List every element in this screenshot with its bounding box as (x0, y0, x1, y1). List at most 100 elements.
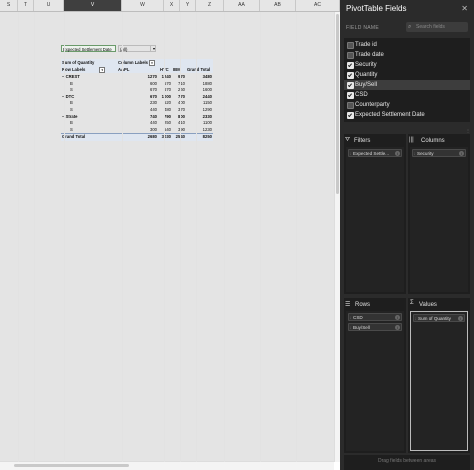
pivot-row-label[interactable]: S (70, 87, 73, 92)
pivot-column-name[interactable]: Grand Total (187, 67, 210, 72)
close-icon[interactable]: ✕ (461, 4, 468, 13)
info-icon[interactable]: i (395, 325, 400, 330)
row-labels-header[interactable]: Row Labels ▾ (62, 67, 106, 73)
columns-drop-zone[interactable]: ⁞ Security i (410, 147, 468, 292)
pivot-row-label[interactable]: B (70, 81, 73, 86)
field-item[interactable]: Buy/Sell (344, 80, 470, 90)
pivot-cell[interactable]: 1270 (143, 74, 157, 79)
column-header-t[interactable]: T (18, 0, 34, 11)
spreadsheet-area[interactable]: S T U V W X Y Z AA AB AC Expected Settlement Date … (0, 0, 340, 470)
pivot-cell[interactable]: 670 (143, 94, 157, 99)
pivot-cell[interactable]: 1880 (198, 81, 212, 86)
field-checkbox[interactable] (347, 62, 354, 69)
cell-grid[interactable] (0, 12, 334, 462)
field-checkbox[interactable] (347, 112, 354, 119)
pivot-cell[interactable]: 670 (143, 87, 157, 92)
pivot-cell[interactable]: 1600 (198, 87, 212, 92)
filters-area[interactable]: ⛛ Filters ⁞ Expected Settle... i (344, 134, 406, 294)
pivot-cell[interactable]: 260 (171, 87, 185, 92)
pivot-cell[interactable]: 230 (143, 100, 157, 105)
pivot-row-label[interactable]: B (70, 100, 73, 105)
columns-area[interactable]: ||| Columns ⁞ Security i (408, 134, 470, 294)
pivot-cell[interactable]: 1290 (198, 107, 212, 112)
horizontal-scrollbar[interactable] (0, 461, 334, 470)
pivot-cell[interactable]: 800 (171, 114, 185, 119)
field-checkbox[interactable] (347, 82, 354, 89)
info-icon[interactable]: i (458, 316, 463, 321)
vertical-scrollbar-thumb[interactable] (336, 14, 339, 194)
pivot-cell[interactable]: 3480 (198, 74, 212, 79)
column-header-x[interactable]: X (164, 0, 180, 11)
filters-drop-zone[interactable]: ⁞ Expected Settle... i (346, 147, 404, 292)
field-item[interactable]: Counterparty (344, 100, 470, 110)
field-item[interactable]: Security (344, 60, 470, 70)
pivot-cell[interactable]: 400 (171, 100, 185, 105)
pivot-cell[interactable]: 2440 (198, 94, 212, 99)
report-filter-label[interactable]: Expected Settlement Date (61, 45, 116, 52)
field-item[interactable]: Trade id (344, 40, 470, 50)
pivot-cell[interactable]: 600 (143, 81, 157, 86)
field-checkbox[interactable] (347, 42, 354, 49)
info-icon[interactable]: i (459, 151, 464, 156)
pivot-cell[interactable]: 1230 (198, 127, 212, 132)
report-filter-dropdown-icon[interactable]: ▾ (150, 45, 157, 52)
grand-total-label[interactable]: Grand Total (62, 134, 85, 139)
rows-area[interactable]: ☰ Rows ⁞ CSD i ⁞ Buy/Sell i (344, 298, 406, 453)
pivot-cell[interactable]: 300 (143, 127, 157, 132)
pivot-cell[interactable]: 370 (171, 107, 185, 112)
column-header-aa[interactable]: AA (224, 0, 260, 11)
pivot-cell[interactable]: 1100 (198, 120, 212, 125)
column-header-w[interactable]: W (122, 0, 164, 11)
pivot-cell[interactable]: 410 (171, 120, 185, 125)
field-item[interactable]: Quantity (344, 70, 470, 80)
pivot-cell[interactable]: 440 (143, 120, 157, 125)
rows-drop-zone[interactable]: ⁞ CSD i ⁞ Buy/Sell i (346, 311, 404, 451)
field-checkbox[interactable] (347, 52, 354, 59)
pivot-cell[interactable]: 770 (171, 94, 185, 99)
field-checkbox[interactable] (347, 92, 354, 99)
column-header-y[interactable]: Y (180, 0, 196, 11)
field-checkbox[interactable] (347, 72, 354, 79)
pivot-row-label[interactable]: B (70, 120, 73, 125)
info-icon[interactable]: i (395, 151, 400, 156)
pivot-cell[interactable]: 710 (171, 81, 185, 86)
pivot-cell[interactable]: 1150 (198, 100, 212, 105)
horizontal-scrollbar-thumb[interactable] (14, 464, 129, 467)
column-header-s[interactable]: S (0, 0, 18, 11)
rows-item[interactable]: ⁞ Buy/Sell i (348, 323, 402, 331)
filters-item[interactable]: ⁞ Expected Settle... i (348, 149, 402, 157)
pivot-row-label[interactable]: S (70, 127, 73, 132)
search-field[interactable]: ⌕ (406, 22, 468, 32)
field-item[interactable]: Trade date (344, 50, 470, 60)
values-header[interactable]: Sum of Quantity (62, 60, 94, 65)
grand-total-cell[interactable]: 8250 (198, 134, 212, 139)
search-input[interactable] (416, 22, 466, 32)
column-header-z[interactable]: Z (196, 0, 224, 11)
pivot-cell[interactable]: 390 (171, 127, 185, 132)
column-labels-header[interactable]: Column Labels ▾ (118, 60, 156, 66)
pivot-cell[interactable]: 440 (143, 107, 157, 112)
field-item[interactable]: CSD (344, 90, 470, 100)
pivot-column-name[interactable]: AAPL (118, 67, 129, 72)
field-checkbox[interactable] (347, 102, 354, 109)
column-header-v[interactable]: V (64, 0, 122, 11)
values-area[interactable]: Σ Values ⁞ Sum of Quantity i (408, 298, 470, 453)
row-labels-dropdown-icon[interactable]: ▾ (99, 67, 106, 73)
pivot-cell[interactable]: 740 (143, 114, 157, 119)
pivot-cell[interactable]: 970 (171, 74, 185, 79)
info-icon[interactable]: i (395, 315, 400, 320)
column-header-ab[interactable]: AB (260, 0, 296, 11)
column-header-u[interactable]: U (34, 0, 64, 11)
pivot-row-label[interactable]: S (70, 107, 73, 112)
columns-item[interactable]: ⁞ Security i (412, 149, 466, 157)
pivot-cell[interactable]: 2330 (198, 114, 212, 119)
field-item[interactable]: Expected Settlement Date (344, 110, 470, 120)
values-item[interactable]: ⁞ Sum of Quantity i (413, 314, 465, 322)
values-drop-zone[interactable]: ⁞ Sum of Quantity i (410, 311, 468, 451)
grand-total-cell[interactable]: 2680 (143, 134, 157, 139)
grand-total-cell[interactable]: 2540 (171, 134, 185, 139)
rows-item[interactable]: ⁞ CSD i (348, 313, 402, 321)
column-header-ac[interactable]: AC (296, 0, 340, 11)
column-labels-dropdown-icon[interactable]: ▾ (149, 60, 156, 66)
splitter-handle-icon[interactable]: ⋮ (466, 128, 470, 133)
